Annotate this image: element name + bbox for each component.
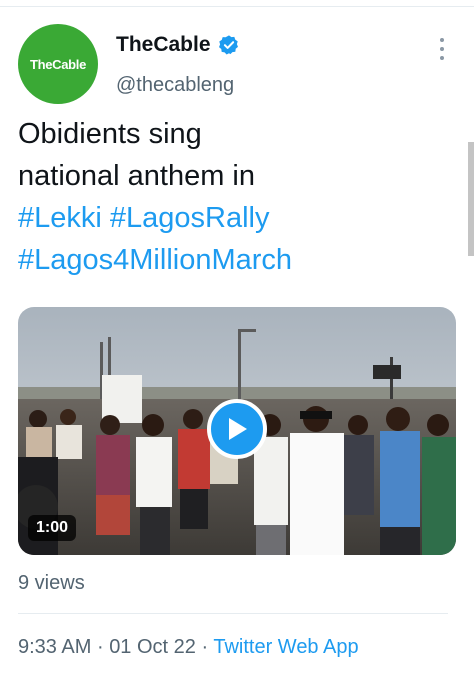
separator-dot: · <box>201 636 209 658</box>
video-duration-badge: 1:00 <box>28 515 77 541</box>
hashtag-link[interactable]: #Lekki <box>18 202 102 234</box>
view-count: 9 views <box>18 572 85 594</box>
display-name[interactable]: TheCable <box>116 33 211 57</box>
separator-dot: · <box>96 636 104 658</box>
tweet-date[interactable]: 01 Oct 22 <box>109 636 196 658</box>
avatar[interactable]: TheCable <box>18 24 98 104</box>
play-icon <box>229 418 247 440</box>
play-button[interactable] <box>207 399 267 459</box>
avatar-logo-text: TheCable <box>29 56 87 72</box>
top-divider <box>0 6 474 7</box>
tweet-metadata: 9:33 AM · 01 Oct 22 · Twitter Web App <box>18 636 359 659</box>
hashtag-link[interactable]: #Lagos4MillionMarch <box>18 244 292 276</box>
hashtag-link[interactable]: #LagosRally <box>110 202 270 234</box>
tweet-text-line: Obidients sing <box>18 118 202 150</box>
divider <box>18 613 448 614</box>
hashtag-line: #Lagos4MillionMarch <box>18 239 448 281</box>
tweet-text-line: national anthem in <box>18 160 255 192</box>
tweet-text: Obidients sing national anthem in #Lekki… <box>18 113 448 281</box>
verified-badge-icon <box>219 35 238 55</box>
tweet-time[interactable]: 9:33 AM <box>18 636 91 658</box>
hashtag-line: #Lekki #LagosRally <box>18 197 448 239</box>
handle[interactable]: @thecableng <box>116 74 234 97</box>
more-options-icon[interactable] <box>436 38 448 60</box>
tweet-source-link[interactable]: Twitter Web App <box>213 636 358 658</box>
scrollbar[interactable] <box>468 142 474 256</box>
